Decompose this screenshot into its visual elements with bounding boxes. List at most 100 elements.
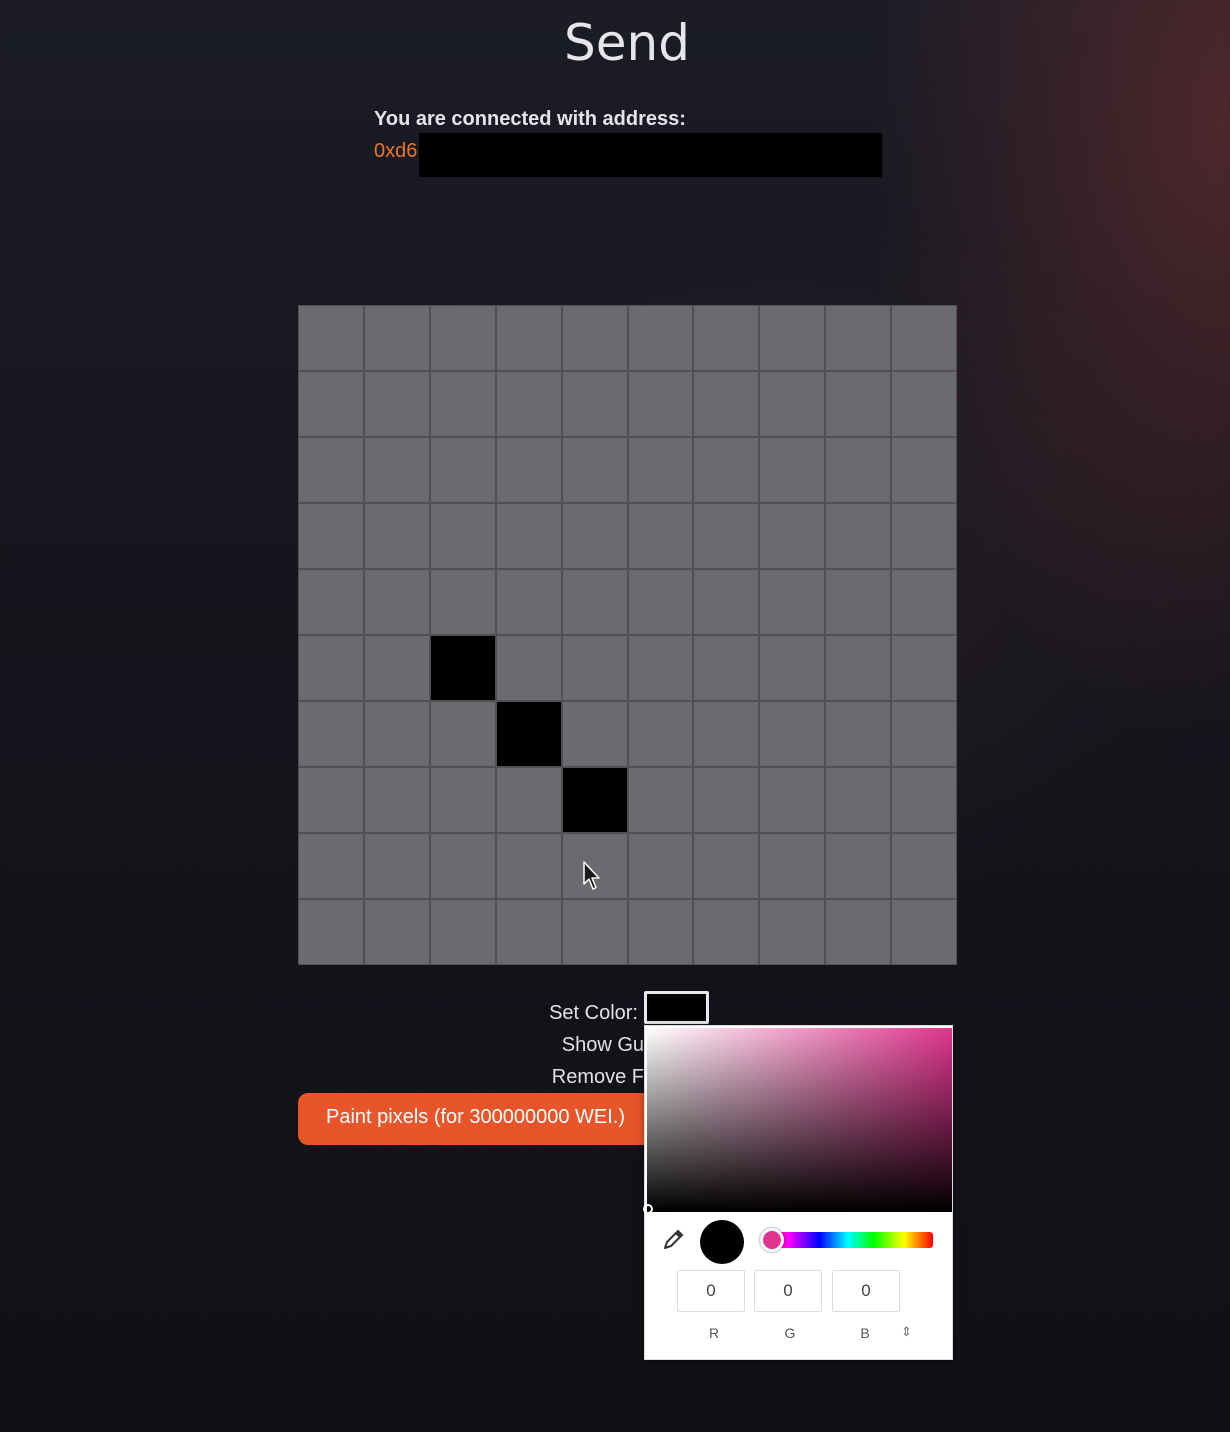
- hue-slider[interactable]: [763, 1232, 933, 1248]
- pixel-cell[interactable]: [562, 570, 627, 634]
- pixel-cell[interactable]: [364, 702, 429, 766]
- saturation-handle[interactable]: [643, 1204, 653, 1214]
- pixel-cell[interactable]: [562, 306, 627, 370]
- pixel-cell[interactable]: [496, 372, 561, 436]
- r-input[interactable]: 0: [677, 1270, 745, 1312]
- pixel-cell[interactable]: [826, 306, 891, 370]
- remove-label[interactable]: Remove F: [520, 1066, 644, 1089]
- pixel-cell[interactable]: [364, 438, 429, 502]
- pixel-cell[interactable]: [496, 438, 561, 502]
- pixel-cell[interactable]: [760, 768, 825, 832]
- pixel-cell[interactable]: [760, 636, 825, 700]
- pixel-cell[interactable]: [694, 306, 759, 370]
- pixel-cell[interactable]: [430, 570, 495, 634]
- pixel-cell[interactable]: [430, 768, 495, 832]
- pixel-cell[interactable]: [826, 702, 891, 766]
- pixel-cell[interactable]: [364, 504, 429, 568]
- pixel-cell[interactable]: [562, 768, 627, 832]
- pixel-cell[interactable]: [628, 636, 693, 700]
- pixel-cell[interactable]: [299, 834, 363, 898]
- pixel-cell[interactable]: [694, 372, 759, 436]
- pixel-cell[interactable]: [628, 570, 693, 634]
- pixel-cell[interactable]: [496, 702, 561, 766]
- pixel-cell[interactable]: [826, 438, 891, 502]
- pixel-cell[interactable]: [826, 372, 891, 436]
- pixel-cell[interactable]: [562, 438, 627, 502]
- pixel-cell[interactable]: [299, 900, 363, 964]
- mode-toggle-icon[interactable]: ⇕: [901, 1324, 912, 1340]
- pixel-cell[interactable]: [694, 570, 759, 634]
- pixel-cell[interactable]: [364, 834, 429, 898]
- pixel-cell[interactable]: [299, 372, 363, 436]
- g-input[interactable]: 0: [754, 1270, 822, 1312]
- pixel-cell[interactable]: [628, 834, 693, 898]
- pixel-cell[interactable]: [430, 306, 495, 370]
- pixel-cell[interactable]: [892, 504, 956, 568]
- pixel-cell[interactable]: [299, 636, 363, 700]
- pixel-cell[interactable]: [430, 372, 495, 436]
- b-input[interactable]: 0: [832, 1270, 900, 1312]
- pixel-cell[interactable]: [694, 702, 759, 766]
- pixel-cell[interactable]: [826, 900, 891, 964]
- pixel-cell[interactable]: [364, 636, 429, 700]
- pixel-cell[interactable]: [364, 306, 429, 370]
- pixel-cell[interactable]: [299, 306, 363, 370]
- pixel-cell[interactable]: [562, 636, 627, 700]
- pixel-cell[interactable]: [694, 504, 759, 568]
- pixel-cell[interactable]: [826, 834, 891, 898]
- pixel-cell[interactable]: [892, 900, 956, 964]
- pixel-cell[interactable]: [892, 636, 956, 700]
- pixel-cell[interactable]: [760, 834, 825, 898]
- pixel-cell[interactable]: [430, 504, 495, 568]
- pixel-cell[interactable]: [760, 702, 825, 766]
- pixel-cell[interactable]: [562, 504, 627, 568]
- pixel-cell[interactable]: [892, 834, 956, 898]
- pixel-cell[interactable]: [496, 306, 561, 370]
- pixel-cell[interactable]: [562, 702, 627, 766]
- pixel-cell[interactable]: [364, 372, 429, 436]
- pixel-cell[interactable]: [299, 438, 363, 502]
- pixel-cell[interactable]: [299, 570, 363, 634]
- pixel-cell[interactable]: [496, 570, 561, 634]
- pixel-cell[interactable]: [364, 570, 429, 634]
- pixel-cell[interactable]: [628, 900, 693, 964]
- pixel-cell[interactable]: [430, 900, 495, 964]
- pixel-cell[interactable]: [760, 504, 825, 568]
- pixel-cell[interactable]: [760, 372, 825, 436]
- pixel-cell[interactable]: [496, 636, 561, 700]
- eyedropper-icon[interactable]: [661, 1228, 685, 1252]
- pixel-cell[interactable]: [694, 900, 759, 964]
- pixel-cell[interactable]: [892, 372, 956, 436]
- pixel-cell[interactable]: [430, 438, 495, 502]
- pixel-cell[interactable]: [628, 504, 693, 568]
- pixel-cell[interactable]: [496, 900, 561, 964]
- pixel-cell[interactable]: [628, 306, 693, 370]
- pixel-cell[interactable]: [892, 702, 956, 766]
- pixel-cell[interactable]: [694, 636, 759, 700]
- pixel-cell[interactable]: [760, 438, 825, 502]
- pixel-cell[interactable]: [496, 834, 561, 898]
- pixel-cell[interactable]: [628, 702, 693, 766]
- pixel-cell[interactable]: [628, 438, 693, 502]
- pixel-cell[interactable]: [760, 900, 825, 964]
- pixel-cell[interactable]: [562, 372, 627, 436]
- pixel-cell[interactable]: [892, 306, 956, 370]
- pixel-cell[interactable]: [760, 306, 825, 370]
- pixel-cell[interactable]: [826, 636, 891, 700]
- pixel-cell[interactable]: [694, 834, 759, 898]
- pixel-cell[interactable]: [694, 438, 759, 502]
- pixel-cell[interactable]: [826, 504, 891, 568]
- pixel-cell[interactable]: [364, 900, 429, 964]
- pixel-cell[interactable]: [826, 570, 891, 634]
- pixel-cell[interactable]: [430, 636, 495, 700]
- saturation-area[interactable]: [643, 1028, 952, 1214]
- show-grid-label[interactable]: Show Gu: [520, 1034, 644, 1057]
- pixel-cell[interactable]: [826, 768, 891, 832]
- pixel-cell[interactable]: [496, 504, 561, 568]
- pixel-cell[interactable]: [364, 768, 429, 832]
- pixel-cell[interactable]: [430, 834, 495, 898]
- pixel-cell[interactable]: [892, 438, 956, 502]
- pixel-cell[interactable]: [496, 768, 561, 832]
- pixel-cell[interactable]: [628, 768, 693, 832]
- pixel-cell[interactable]: [694, 768, 759, 832]
